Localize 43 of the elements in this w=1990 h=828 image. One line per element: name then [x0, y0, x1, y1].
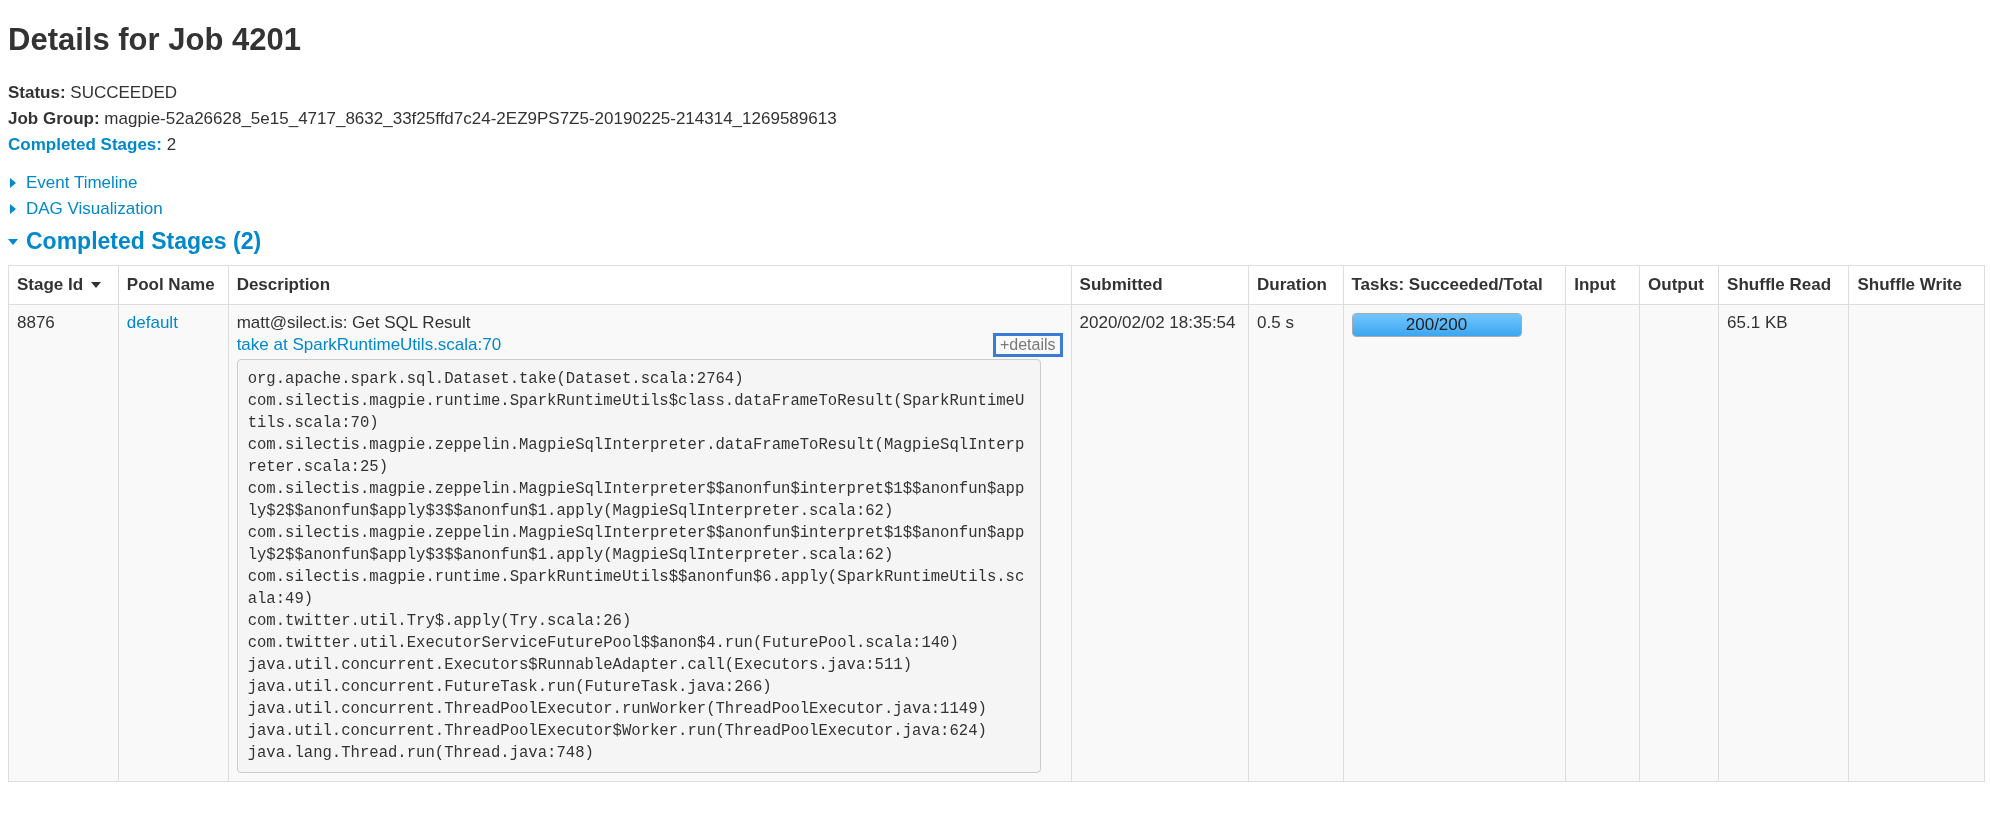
- summary-line: Job Group: magpie-52a26628_5e15_4717_8632_33f25ffd7c24-2EZ9PS7Z5-20190225-214314_1269589613: [8, 108, 838, 130]
- table-cell: 2020/02/02 18:35:54: [1071, 304, 1249, 782]
- column-header[interactable]: Duration: [1248, 265, 1343, 305]
- triangle-icon: [8, 204, 18, 214]
- stack-frame: com.twitter.util.Try$.apply(Try.scala:26): [247, 610, 1030, 632]
- call-site-link[interactable]: take at SparkRuntimeUtils.scala:70: [236, 335, 502, 355]
- stack-frame: com.silectis.magpie.runtime.SparkRuntimeUtils$$anonfun$6.apply(SparkRuntimeUtils.scala:49): [247, 566, 1030, 610]
- column-header[interactable]: Shuffle Read: [1718, 265, 1849, 305]
- expand-toggle[interactable]: DAG Visualization: [8, 196, 163, 222]
- summary-line: Completed Stages: 2: [8, 134, 178, 156]
- triangle-icon: [8, 236, 18, 247]
- column-header[interactable]: Tasks: Succeeded/Total: [1343, 265, 1566, 305]
- stack-frame: com.silectis.magpie.zeppelin.MagpieSqlInterpreter$$anonfun$interpret$1$$anonfun$apply$2$$anonfun$apply$3$$anonfun$1.apply(MagpieSqlInterpreter.scala:62): [247, 522, 1030, 566]
- section-toggle[interactable]: Completed Stages (2): [8, 228, 262, 255]
- stack-frame: java.util.concurrent.FutureTask.run(FutureTask.java:266): [247, 676, 1030, 698]
- stack-frame: com.silectis.magpie.runtime.SparkRuntimeUtils$class.dataFrameToResult(SparkRuntimeUtils.scala:70): [247, 390, 1030, 434]
- page-title: Details for Job 4201: [8, 22, 302, 58]
- column-header[interactable]: Stage Id: [8, 265, 119, 305]
- progress-label: 200/200: [1404, 315, 1469, 335]
- sort-caret-icon: [91, 280, 102, 290]
- table-cell: 65.1 KB: [1718, 304, 1849, 782]
- stack-frame: org.apache.spark.sql.Dataset.take(Dataset.scala:2764): [247, 368, 1030, 390]
- details-button[interactable]: +details: [992, 333, 1063, 357]
- triangle-icon: [8, 178, 18, 188]
- expand-toggle[interactable]: Event Timeline: [8, 170, 138, 196]
- stack-frame: java.util.concurrent.Executors$RunnableAdapter.call(Executors.java:511): [247, 654, 1030, 676]
- summary-line: Status: SUCCEEDED: [8, 82, 179, 104]
- column-header[interactable]: Submitted: [1071, 265, 1249, 305]
- stack-frame: java.lang.Thread.run(Thread.java:748): [247, 742, 1030, 764]
- description-text: matt@silect.is: Get SQL Result: [236, 313, 471, 333]
- column-header[interactable]: Output: [1639, 265, 1719, 305]
- pool-link[interactable]: default: [126, 313, 178, 332]
- column-header[interactable]: Shuffle Write: [1848, 265, 1985, 305]
- stack-frame: com.twitter.util.ExecutorServiceFuturePool$$anon$4.run(FuturePool.scala:140): [247, 632, 1030, 654]
- stack-frame: com.silectis.magpie.zeppelin.MagpieSqlInterpreter$$anonfun$interpret$1$$anonfun$apply$2$$anonfun$apply$3$$anonfun$1.apply(MagpieSqlInterpreter.scala:62): [247, 478, 1030, 522]
- stack-frame: com.silectis.magpie.zeppelin.MagpieSqlInterpreter.dataFrameToResult(MagpieSqlInterpreter.scala:25): [247, 434, 1030, 478]
- stack-frame: java.util.concurrent.ThreadPoolExecutor.runWorker(ThreadPoolExecutor.java:1149): [247, 698, 1030, 720]
- column-header[interactable]: Input: [1565, 265, 1640, 305]
- table-cell: 0.5 s: [1248, 304, 1343, 782]
- column-header[interactable]: Description: [228, 265, 1072, 305]
- table-cell: 8876: [8, 304, 119, 782]
- stack-frame: java.util.concurrent.ThreadPoolExecutor$Worker.run(ThreadPoolExecutor.java:624): [247, 720, 1030, 742]
- column-header[interactable]: Pool Name: [118, 265, 229, 305]
